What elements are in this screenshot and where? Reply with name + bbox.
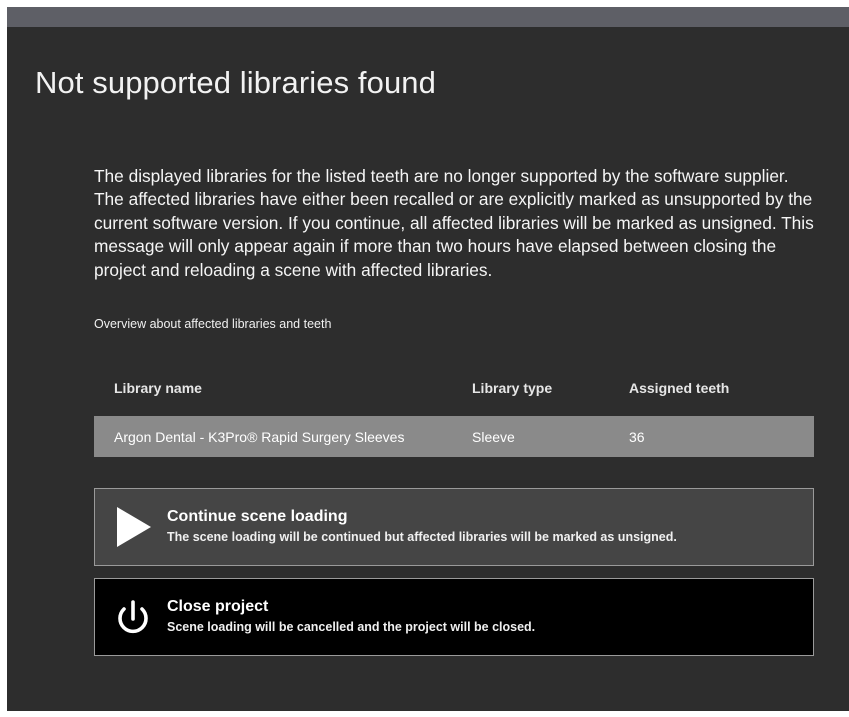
close-project-button[interactable]: Close project Scene loading will be canc… <box>94 578 814 656</box>
continue-button-description: The scene loading will be continued but … <box>167 530 677 544</box>
unsupported-libraries-dialog: Not supported libraries found The displa… <box>7 27 849 711</box>
column-header-library-name: Library name <box>114 380 202 396</box>
overview-label: Overview about affected libraries and te… <box>94 317 332 331</box>
close-button-title: Close project <box>167 598 269 615</box>
power-icon <box>118 600 148 634</box>
cell-assigned-teeth: 36 <box>629 429 645 445</box>
cell-library-type: Sleeve <box>472 429 515 445</box>
play-icon <box>117 507 151 547</box>
table-row[interactable]: Argon Dental - K3Pro® Rapid Surgery Slee… <box>94 416 814 457</box>
continue-button-title: Continue scene loading <box>167 508 348 525</box>
table-header: Library name Library type Assigned teeth <box>94 367 814 407</box>
dialog-title: Not supported libraries found <box>35 65 436 100</box>
close-button-description: Scene loading will be cancelled and the … <box>167 620 536 634</box>
column-header-assigned-teeth: Assigned teeth <box>629 380 730 396</box>
continue-scene-loading-button[interactable]: Continue scene loading The scene loading… <box>94 488 814 566</box>
column-header-library-type: Library type <box>472 380 553 396</box>
cell-library-name: Argon Dental - K3Pro® Rapid Surgery Slee… <box>114 429 405 445</box>
dialog-message: The displayed libraries for the listed t… <box>94 166 814 280</box>
window-title-bar <box>7 7 849 27</box>
